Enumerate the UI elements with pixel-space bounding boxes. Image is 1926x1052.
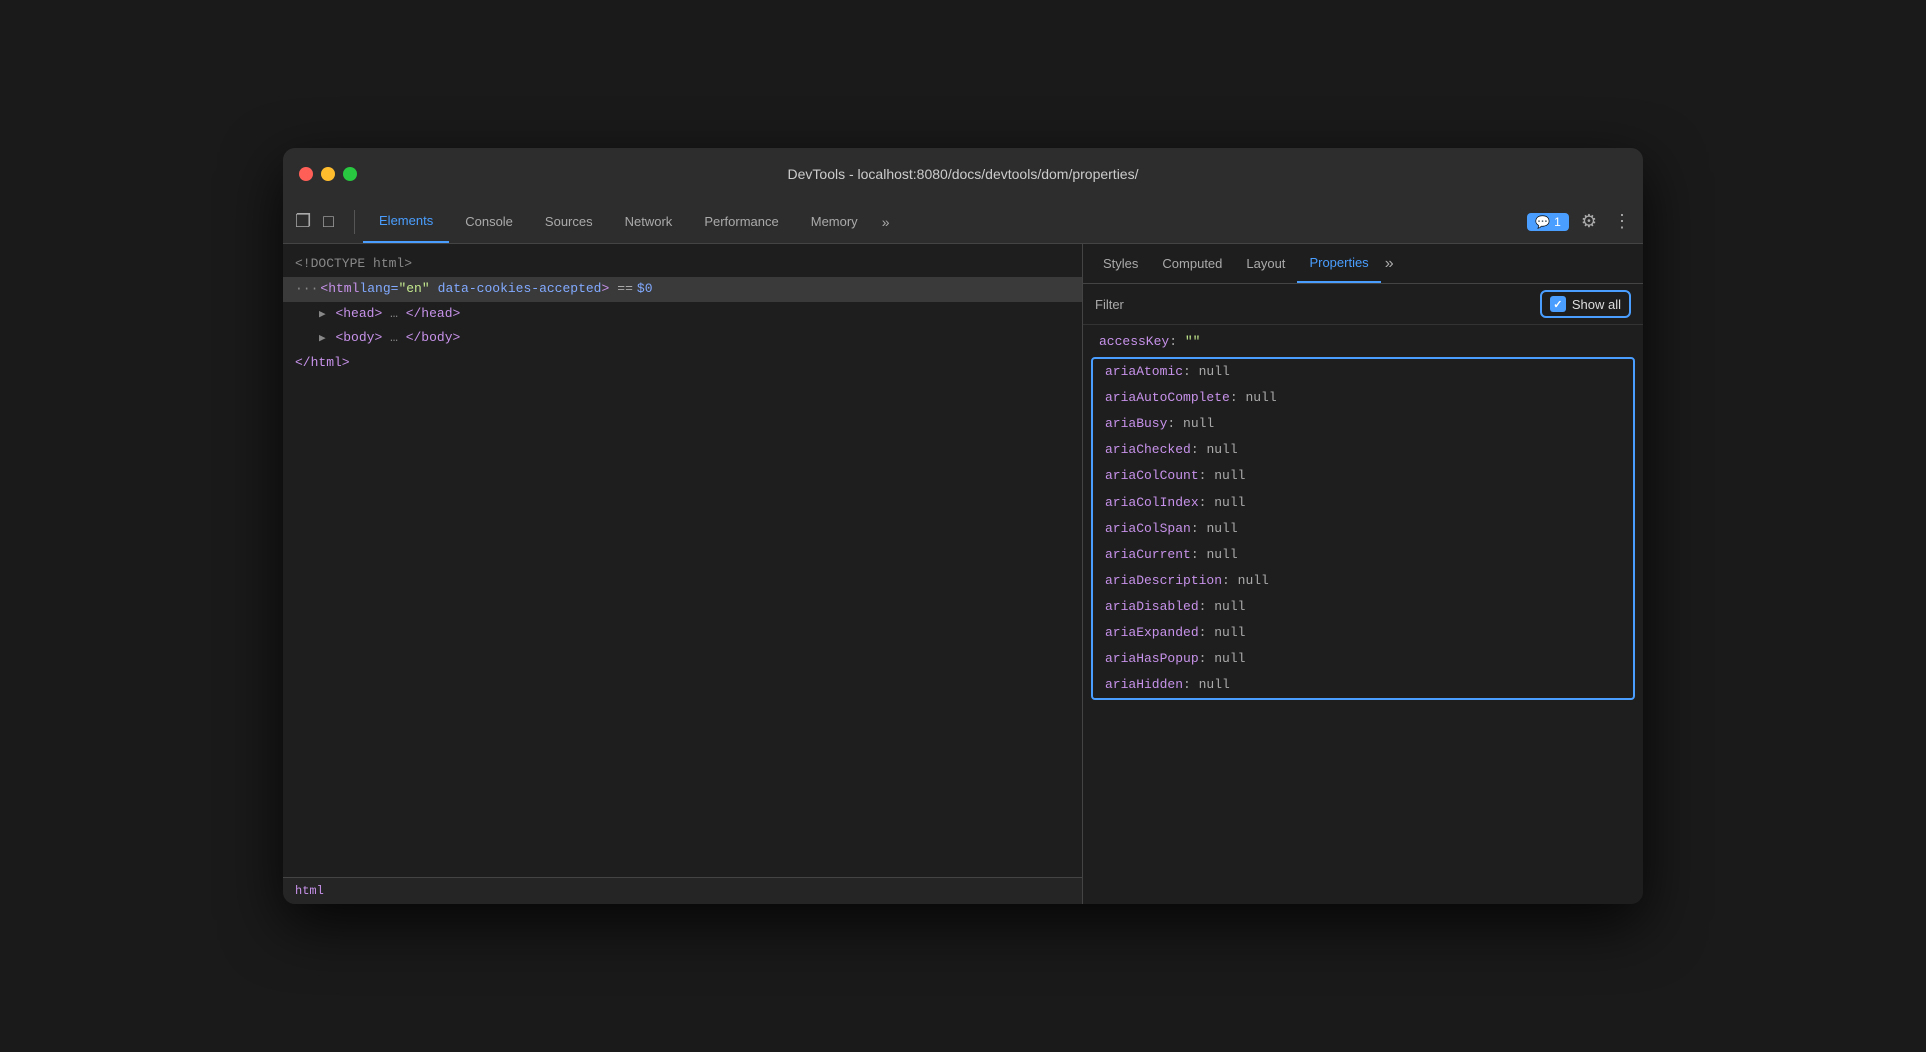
properties-content: accessKey: "" ariaAtomic: null ariaAutoC… xyxy=(1083,325,1643,904)
html-lang-attr: lang= xyxy=(359,279,398,300)
dom-panel: <!DOCTYPE html> ··· <html lang="en" data… xyxy=(283,244,1083,904)
badge-count: 1 xyxy=(1554,215,1561,229)
filter-label: Filter xyxy=(1095,297,1124,312)
comments-badge[interactable]: 💬 1 xyxy=(1527,213,1569,231)
prop-ariaColSpan: ariaColSpan: null xyxy=(1093,516,1633,542)
titlebar: DevTools - localhost:8080/docs/devtools/… xyxy=(283,148,1643,200)
traffic-lights xyxy=(299,167,357,181)
right-panel: Styles Computed Layout Properties » Filt… xyxy=(1083,244,1643,904)
tab-network[interactable]: Network xyxy=(609,200,689,243)
prop-ariaDisabled: ariaDisabled: null xyxy=(1093,594,1633,620)
head-open: <head> xyxy=(335,306,382,321)
maximize-button[interactable] xyxy=(343,167,357,181)
html-close-tag: </html> xyxy=(295,355,350,370)
tab-layout[interactable]: Layout xyxy=(1234,244,1297,283)
prop-ariaBusy: ariaBusy: null xyxy=(1093,411,1633,437)
body-close: </body> xyxy=(406,330,461,345)
tab-divider xyxy=(354,210,355,234)
body-open: <body> xyxy=(335,330,382,345)
tabs-more-button[interactable]: » xyxy=(874,214,898,230)
prop-access-key: accessKey: "" xyxy=(1083,329,1643,355)
filter-input[interactable] xyxy=(1132,297,1532,312)
tab-styles[interactable]: Styles xyxy=(1091,244,1150,283)
more-options-button[interactable]: ⋮ xyxy=(1609,207,1635,236)
settings-button[interactable]: ⚙ xyxy=(1577,207,1601,236)
show-all-checkbox[interactable] xyxy=(1550,296,1566,312)
comment-icon: 💬 xyxy=(1535,215,1550,229)
prop-ariaChecked: ariaChecked: null xyxy=(1093,437,1633,463)
tab-performance[interactable]: Performance xyxy=(688,200,794,243)
body-dots: … xyxy=(390,330,398,345)
html-dollar: $0 xyxy=(637,279,653,300)
dom-html-selected[interactable]: ··· <html lang="en" data-cookies-accepte… xyxy=(283,277,1082,302)
prop-ariaCurrent: ariaCurrent: null xyxy=(1093,542,1633,568)
dom-tree: <!DOCTYPE html> ··· <html lang="en" data… xyxy=(283,244,1082,877)
tab-elements[interactable]: Elements xyxy=(363,200,449,243)
prop-ariaHasPopup: ariaHasPopup: null xyxy=(1093,646,1633,672)
head-close: </head> xyxy=(406,306,461,321)
cursor-icon[interactable]: ❐ xyxy=(291,207,315,236)
prop-ariaColCount: ariaColCount: null xyxy=(1093,463,1633,489)
tab-properties[interactable]: Properties xyxy=(1297,244,1380,283)
tab-memory[interactable]: Memory xyxy=(795,200,874,243)
head-dots: … xyxy=(390,306,398,321)
body-expand[interactable]: ▶ xyxy=(319,333,326,345)
main-tabs: Elements Console Sources Network Perform… xyxy=(363,200,897,243)
html-data-attr: data-cookies-accepted xyxy=(438,279,602,300)
close-button[interactable] xyxy=(299,167,313,181)
doctype-text: <!DOCTYPE html> xyxy=(295,256,412,271)
devtools-tool-icons: ❐ □ xyxy=(291,207,338,236)
main-content: <!DOCTYPE html> ··· <html lang="en" data… xyxy=(283,244,1643,904)
minimize-button[interactable] xyxy=(321,167,335,181)
show-all-container[interactable]: Show all xyxy=(1540,290,1631,318)
dom-doctype: <!DOCTYPE html> xyxy=(283,252,1082,277)
prop-ariaColIndex: ariaColIndex: null xyxy=(1093,490,1633,516)
prop-ariaHidden: ariaHidden: null xyxy=(1093,672,1633,698)
head-expand[interactable]: ▶ xyxy=(319,309,326,321)
html-lang-value: "en" xyxy=(398,279,429,300)
window-title: DevTools - localhost:8080/docs/devtools/… xyxy=(788,166,1139,182)
tab-console[interactable]: Console xyxy=(449,200,529,243)
prop-ariaAtomic: ariaAtomic: null xyxy=(1093,359,1633,385)
prop-ariaDescription: ariaDescription: null xyxy=(1093,568,1633,594)
dom-body[interactable]: ▶ <body> … </body> xyxy=(283,326,1082,351)
properties-highlight-box: ariaAtomic: null ariaAutoComplete: null … xyxy=(1091,357,1635,700)
right-tabbar: Styles Computed Layout Properties » xyxy=(1083,244,1643,284)
show-all-label: Show all xyxy=(1572,297,1621,312)
tab-sources[interactable]: Sources xyxy=(529,200,609,243)
html-close-bracket: > xyxy=(601,279,609,300)
devtools-window: DevTools - localhost:8080/docs/devtools/… xyxy=(283,148,1643,904)
right-tabs-more[interactable]: » xyxy=(1385,255,1394,273)
tab-computed[interactable]: Computed xyxy=(1150,244,1234,283)
dom-head[interactable]: ▶ <head> … </head> xyxy=(283,302,1082,327)
html-equals: == xyxy=(617,279,633,300)
dom-html-close: </html> xyxy=(283,351,1082,376)
tabbar-right-controls: 💬 1 ⚙ ⋮ xyxy=(1527,207,1635,236)
html-open-tag: <html xyxy=(320,279,359,300)
inspector-icon[interactable]: □ xyxy=(319,207,338,236)
breadcrumb-html[interactable]: html xyxy=(295,884,324,898)
filter-bar: Filter Show all xyxy=(1083,284,1643,325)
breadcrumb: html xyxy=(283,877,1082,904)
html-dots: ··· xyxy=(295,279,318,300)
prop-ariaExpanded: ariaExpanded: null xyxy=(1093,620,1633,646)
prop-ariaAutoComplete: ariaAutoComplete: null xyxy=(1093,385,1633,411)
main-tabbar: ❐ □ Elements Console Sources Network Per… xyxy=(283,200,1643,244)
